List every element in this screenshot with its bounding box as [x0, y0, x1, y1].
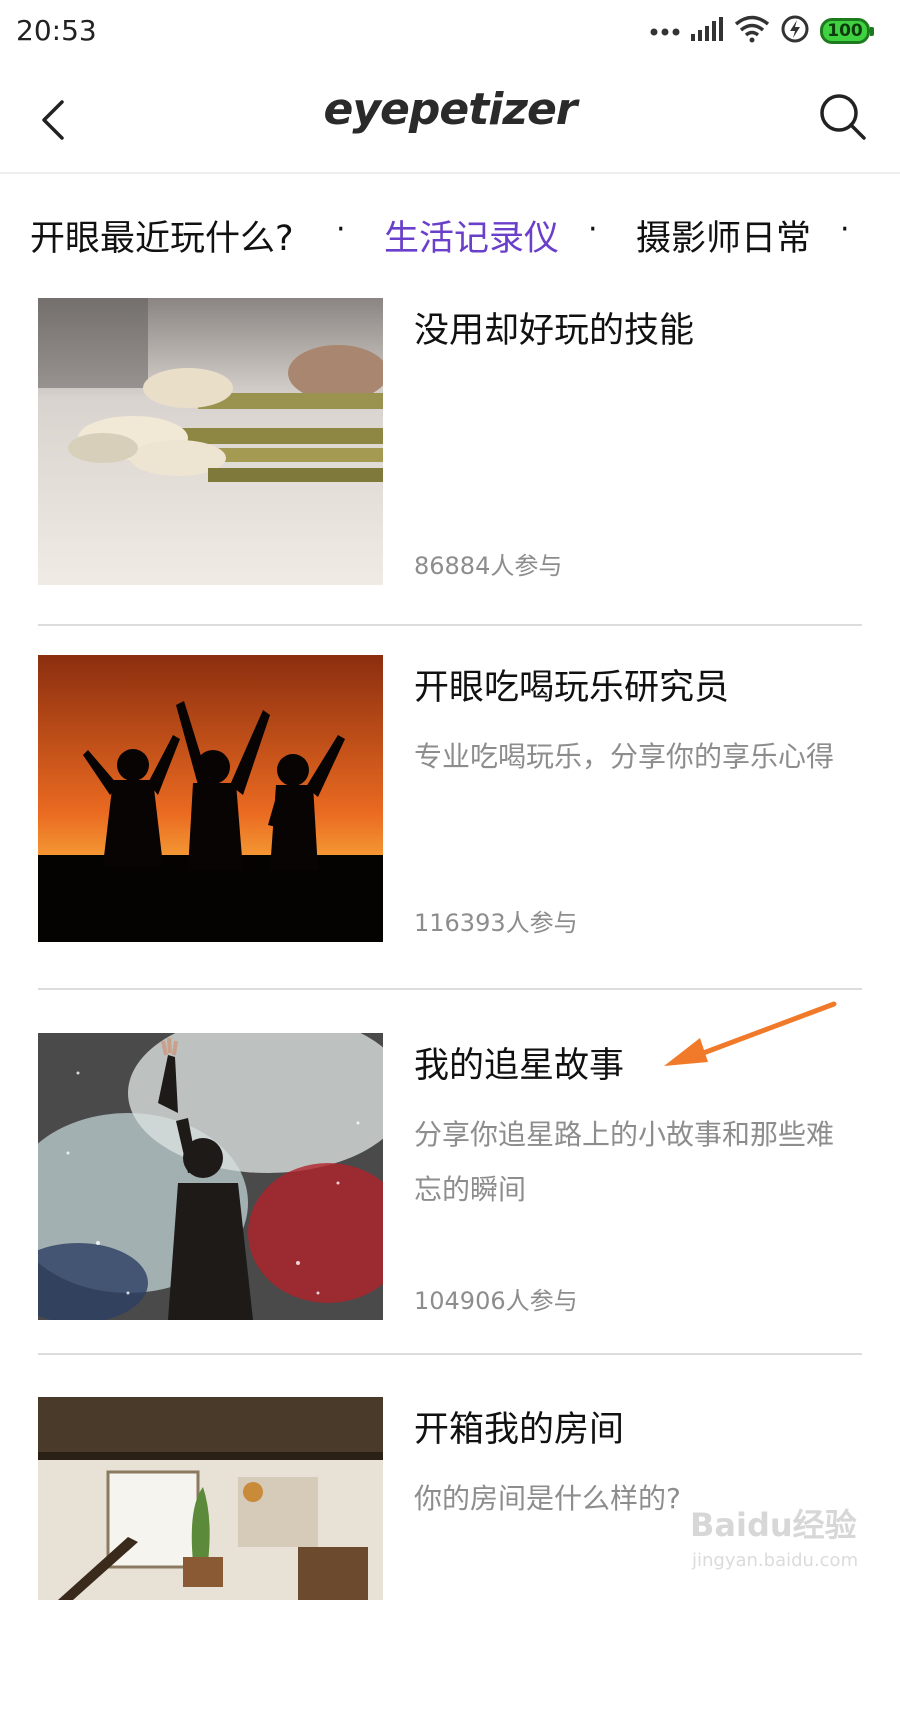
topic-item[interactable]: 我的追星故事 分享你追星路上的小故事和那些难忘的瞬间 104906人参与 — [38, 1033, 862, 1357]
topic-title: 开箱我的房间 — [414, 1410, 625, 1450]
watermark-url: jingyan.baidu.com — [692, 1550, 859, 1571]
wifi-icon — [734, 15, 770, 47]
watermark-brand: Baidu经验 — [690, 1506, 857, 1544]
tab-life-recorder[interactable]: 生活记录仪 — [384, 210, 559, 261]
topic-title: 我的追星故事 — [414, 1046, 625, 1086]
topic-thumbnail-sunset-party[interactable] — [38, 655, 383, 942]
divider — [38, 624, 862, 626]
search-icon — [820, 94, 866, 140]
participant-count: 116393人参与 — [414, 909, 578, 937]
topic-thumbnail-brushes[interactable] — [38, 298, 383, 585]
participant-count: 86884人参与 — [414, 552, 563, 580]
battery-icon: 100 — [820, 18, 874, 44]
tab-photographer-daily[interactable]: 摄影师日常 — [636, 210, 811, 261]
topic-thumbnail-concert[interactable] — [38, 1033, 383, 1320]
topic-thumbnail-room[interactable] — [38, 1397, 383, 1600]
search-button[interactable] — [818, 92, 868, 142]
tab-separator: · — [336, 212, 346, 247]
topic-item[interactable]: 开眼吃喝玩乐研究员 专业吃喝玩乐，分享你的享乐心得 116393人参与 — [38, 655, 862, 979]
status-icons: 100 — [650, 14, 874, 48]
topic-title: 没用却好玩的技能 — [414, 311, 695, 351]
signal-icon — [690, 16, 724, 46]
topic-description: 专业吃喝玩乐，分享你的享乐心得 — [414, 740, 835, 773]
app-header: eyepetizer — [0, 62, 900, 174]
topic-description: 分享你追星路上的小故事和那些难忘的瞬间 — [414, 1118, 835, 1206]
annotation-arrow-icon — [660, 1000, 840, 1080]
charging-icon — [780, 14, 810, 48]
category-tabs: 开眼最近玩什么? · 生活记录仪 · 摄影师日常 · — [0, 200, 900, 270]
topic-title: 开眼吃喝玩乐研究员 — [414, 668, 730, 708]
tab-what-to-play[interactable]: 开眼最近玩什么? — [30, 210, 294, 261]
status-bar: 20:53 100 — [0, 0, 900, 62]
divider — [38, 988, 862, 990]
tab-separator: · — [588, 212, 598, 247]
more-dots-icon — [650, 22, 680, 41]
divider — [38, 1353, 862, 1355]
status-time: 20:53 — [16, 14, 97, 47]
participant-count: 104906人参与 — [414, 1287, 578, 1315]
baidu-watermark: Baidu经验 jingyan.baidu.com — [690, 1500, 890, 1590]
tab-separator: · — [840, 212, 850, 247]
topic-item[interactable]: 没用却好玩的技能 86884人参与 — [38, 298, 862, 622]
app-logo: eyepetizer — [323, 84, 578, 135]
